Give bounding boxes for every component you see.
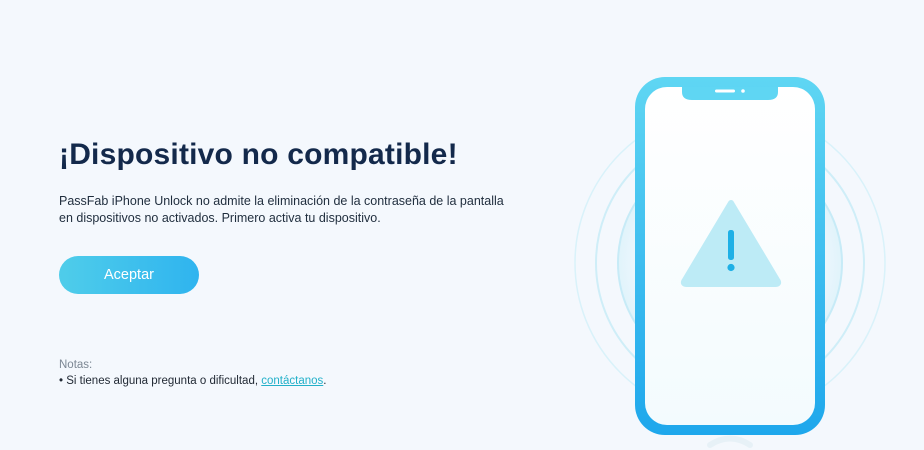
- phone-illustration: [574, 77, 886, 448]
- contact-link[interactable]: contáctanos: [261, 375, 323, 387]
- notes-item: • Si tienes alguna pregunta o dificultad…: [59, 373, 326, 389]
- description-line-1: PassFab iPhone Unlock no admite la elimi…: [59, 194, 504, 208]
- accept-button[interactable]: Aceptar: [59, 256, 199, 294]
- description: PassFab iPhone Unlock no admite la elimi…: [59, 193, 519, 227]
- notes-bullet: •: [59, 375, 64, 387]
- notes-title: Notas:: [59, 359, 93, 371]
- unsupported-device-page: ¡Dispositivo no compatible! PassFab iPho…: [0, 0, 924, 450]
- notes-text: Si tienes alguna pregunta o dificultad,: [66, 375, 259, 387]
- cable-icon: [707, 435, 753, 448]
- notes-section: Notas: • Si tienes alguna pregunta o dif…: [59, 357, 326, 389]
- description-line-2: en dispositivos no activados. Primero ac…: [59, 211, 381, 225]
- notes-period: .: [323, 375, 327, 387]
- page-title: ¡Dispositivo no compatible!: [59, 138, 458, 171]
